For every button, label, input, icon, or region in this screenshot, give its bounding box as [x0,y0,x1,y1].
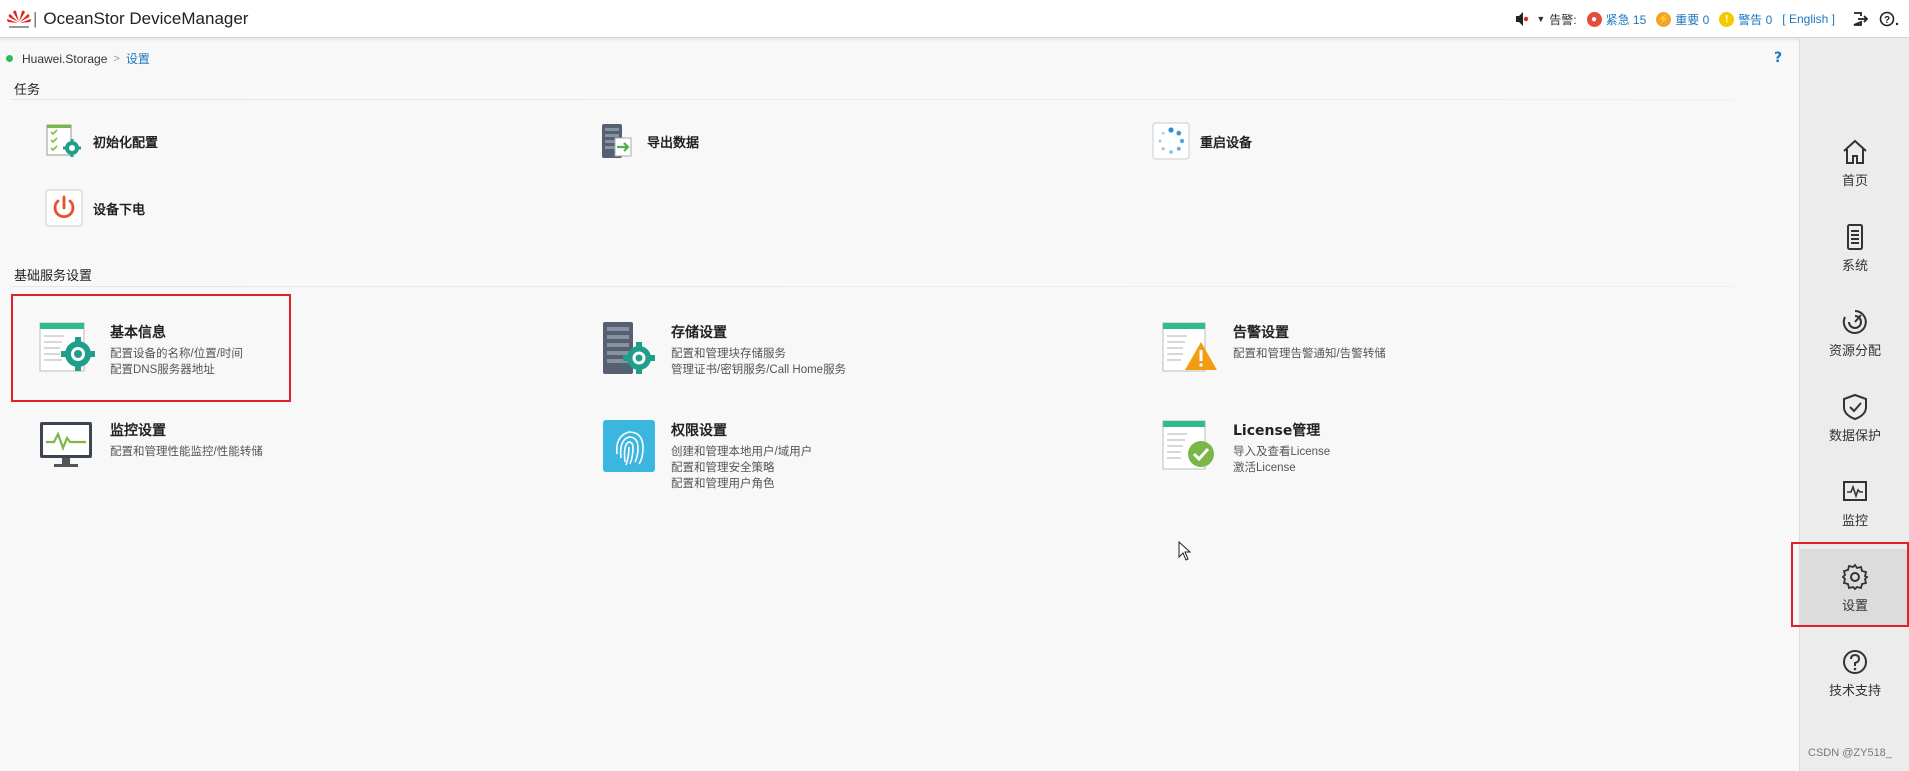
sidebar-item-label: 首页 [1841,173,1868,189]
task-label: 导出数据 [647,135,700,151]
language-switch[interactable]: [ English ] [1782,12,1835,26]
svc-license[interactable]: License管理 导入及查看License 激活License [1161,418,1330,476]
sidebar-item-data-protection[interactable]: 数据保护 [1800,379,1909,457]
task-restart[interactable]: 重启设备 [1152,122,1252,160]
init-config-icon [45,122,83,160]
resource-icon [1842,309,1867,334]
svc-desc: 激活License [1233,462,1296,474]
sidebar-item-label: 资源分配 [1828,343,1881,359]
svc-title: 告警设置 [1233,325,1289,341]
chevron-right-icon: > [113,52,120,65]
svc-desc: 导入及查看License [1233,446,1331,458]
section-divider [10,99,1735,100]
svc-desc: 配置和管理性能监控/性能转储 [110,446,263,458]
help-icon [1843,649,1867,674]
svc-title: 存储设置 [671,325,727,341]
mouse-cursor-icon [1178,541,1192,561]
monitor-settings-icon [40,422,92,467]
task-export-data[interactable]: 导出数据 [599,122,699,160]
task-power-off[interactable]: 设备下电 [45,189,145,227]
task-label: 重启设备 [1200,135,1253,151]
alarm-label: 告警: [1549,12,1577,27]
page-help-icon[interactable]: ? [1774,50,1782,66]
right-sidebar: 首页 系统 资源分配 数据保护 监控 设置 技术支持 [1799,38,1909,771]
svc-desc: 创建和管理本地用户/域用户 [671,446,813,458]
svc-title: 监控设置 [110,423,166,439]
export-data-icon [599,122,637,160]
section-title-basic: 基础服务设置 [14,269,93,284]
status-dot [6,55,13,62]
shield-icon [1843,393,1867,420]
svc-title: 权限设置 [671,423,727,439]
huawei-logo [7,10,31,28]
sidebar-item-label: 监控 [1841,513,1868,529]
alarm-settings-icon [1162,322,1217,372]
task-init-config[interactable]: 初始化配置 [45,122,158,160]
major-alarm-icon: ⚡ [1656,11,1672,27]
monitor-icon [1843,480,1867,501]
svc-storage[interactable]: 存储设置 配置和管理块存储服务 管理证书/密钥服务/Call Home服务 [599,320,846,378]
top-bar: | OceanStor DeviceManager ▼ 告警: ● 紧急 15 ⚡… [0,0,1909,38]
mute-speaker-icon[interactable] [1514,10,1532,28]
logout-icon[interactable] [1851,10,1869,28]
svc-desc: 配置和管理安全策略 [671,462,775,474]
breadcrumb-current: 设置 [125,52,150,66]
alarm-warning[interactable]: ! 警告 0 [1719,11,1772,28]
section-divider [10,286,1735,287]
storage-settings-icon [603,322,655,374]
svc-desc: 配置和管理告警通知/告警转储 [1233,348,1386,360]
warning-alarm-icon: ! [1719,11,1735,27]
license-icon [1162,420,1214,470]
alarm-critical[interactable]: ● 紧急 15 [1586,11,1646,28]
svc-monitor[interactable]: 监控设置 配置和管理性能监控/性能转储 [38,418,263,474]
breadcrumb-home[interactable]: Huawei.Storage [22,52,107,66]
critical-alarm-icon: ● [1586,11,1602,27]
restart-icon [1152,122,1190,160]
breadcrumb: Huawei.Storage > 设置 [6,50,150,67]
sidebar-item-system[interactable]: 系统 [1800,209,1909,287]
home-icon [1843,139,1867,164]
sidebar-item-support[interactable]: 技术支持 [1800,634,1909,712]
fingerprint-icon [603,420,655,472]
app-title: | OceanStor DeviceManager [33,9,249,28]
svg-text:?: ? [1884,15,1890,26]
sidebar-item-label: 数据保护 [1828,428,1881,444]
svc-permission[interactable]: 权限设置 创建和管理本地用户/域用户 配置和管理安全策略 配置和管理用户角色 [599,418,812,492]
svc-desc: 配置和管理块存储服务 [671,348,786,360]
svc-title: License管理 [1233,423,1321,439]
sidebar-item-label: 技术支持 [1828,683,1881,699]
watermark: CSDN @ZY518_ [1808,747,1892,759]
sidebar-item-home[interactable]: 首页 [1800,124,1909,202]
alarm-dropdown-icon[interactable]: ▼ [1536,14,1545,24]
sidebar-item-resource[interactable]: 资源分配 [1800,294,1909,372]
help-menu-icon[interactable]: ? [1879,10,1901,28]
section-title-tasks: 任务 [14,83,41,98]
highlight-box [1791,542,1909,627]
svc-alarm[interactable]: 告警设置 配置和管理告警通知/告警转储 [1161,320,1386,376]
task-label: 初始化配置 [93,135,159,151]
system-icon [1847,223,1863,250]
task-label: 设备下电 [93,202,146,218]
power-off-icon [45,189,83,227]
highlight-box [11,294,291,402]
alarm-major[interactable]: ⚡ 重要 0 [1656,11,1709,28]
svc-desc: 管理证书/密钥服务/Call Home服务 [671,364,847,376]
svc-desc: 配置和管理用户角色 [671,478,775,490]
sidebar-item-monitor[interactable]: 监控 [1800,464,1909,542]
sidebar-item-label: 系统 [1841,258,1868,274]
